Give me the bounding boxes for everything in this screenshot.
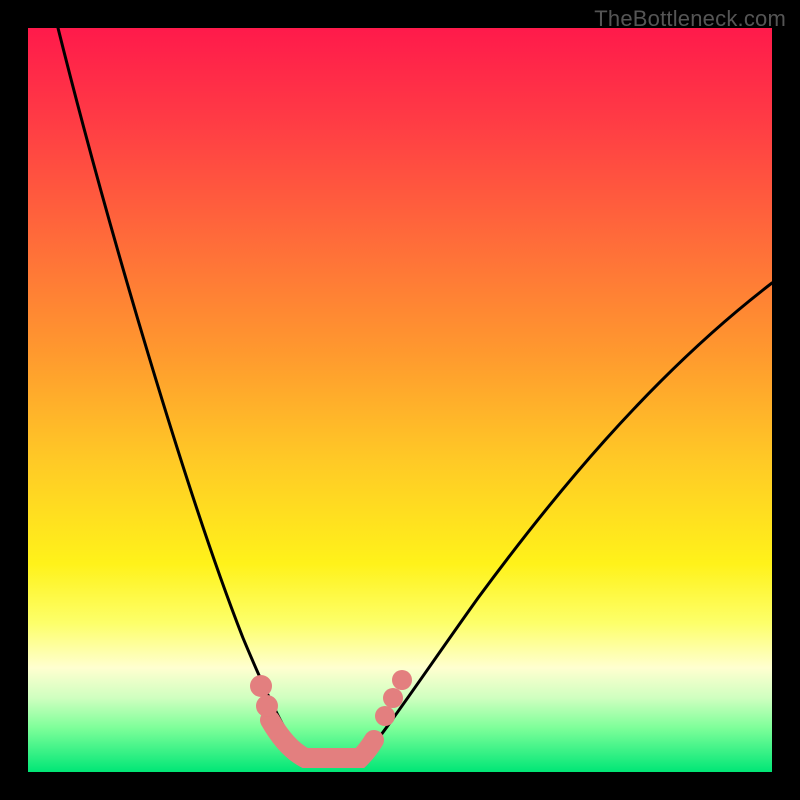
highlight-valley-segment xyxy=(270,720,374,758)
marker-dot-left-upper xyxy=(250,675,272,697)
marker-dot-right-lower xyxy=(375,706,395,726)
curve-layer xyxy=(28,28,772,772)
plot-area xyxy=(28,28,772,772)
curve-right-branch xyxy=(363,283,772,758)
watermark-text: TheBottleneck.com xyxy=(594,6,786,32)
marker-dot-right-upper xyxy=(392,670,412,690)
marker-dot-left-lower xyxy=(256,695,278,717)
marker-dot-right-mid xyxy=(383,688,403,708)
chart-frame: TheBottleneck.com xyxy=(0,0,800,800)
curve-left-branch xyxy=(58,28,303,758)
